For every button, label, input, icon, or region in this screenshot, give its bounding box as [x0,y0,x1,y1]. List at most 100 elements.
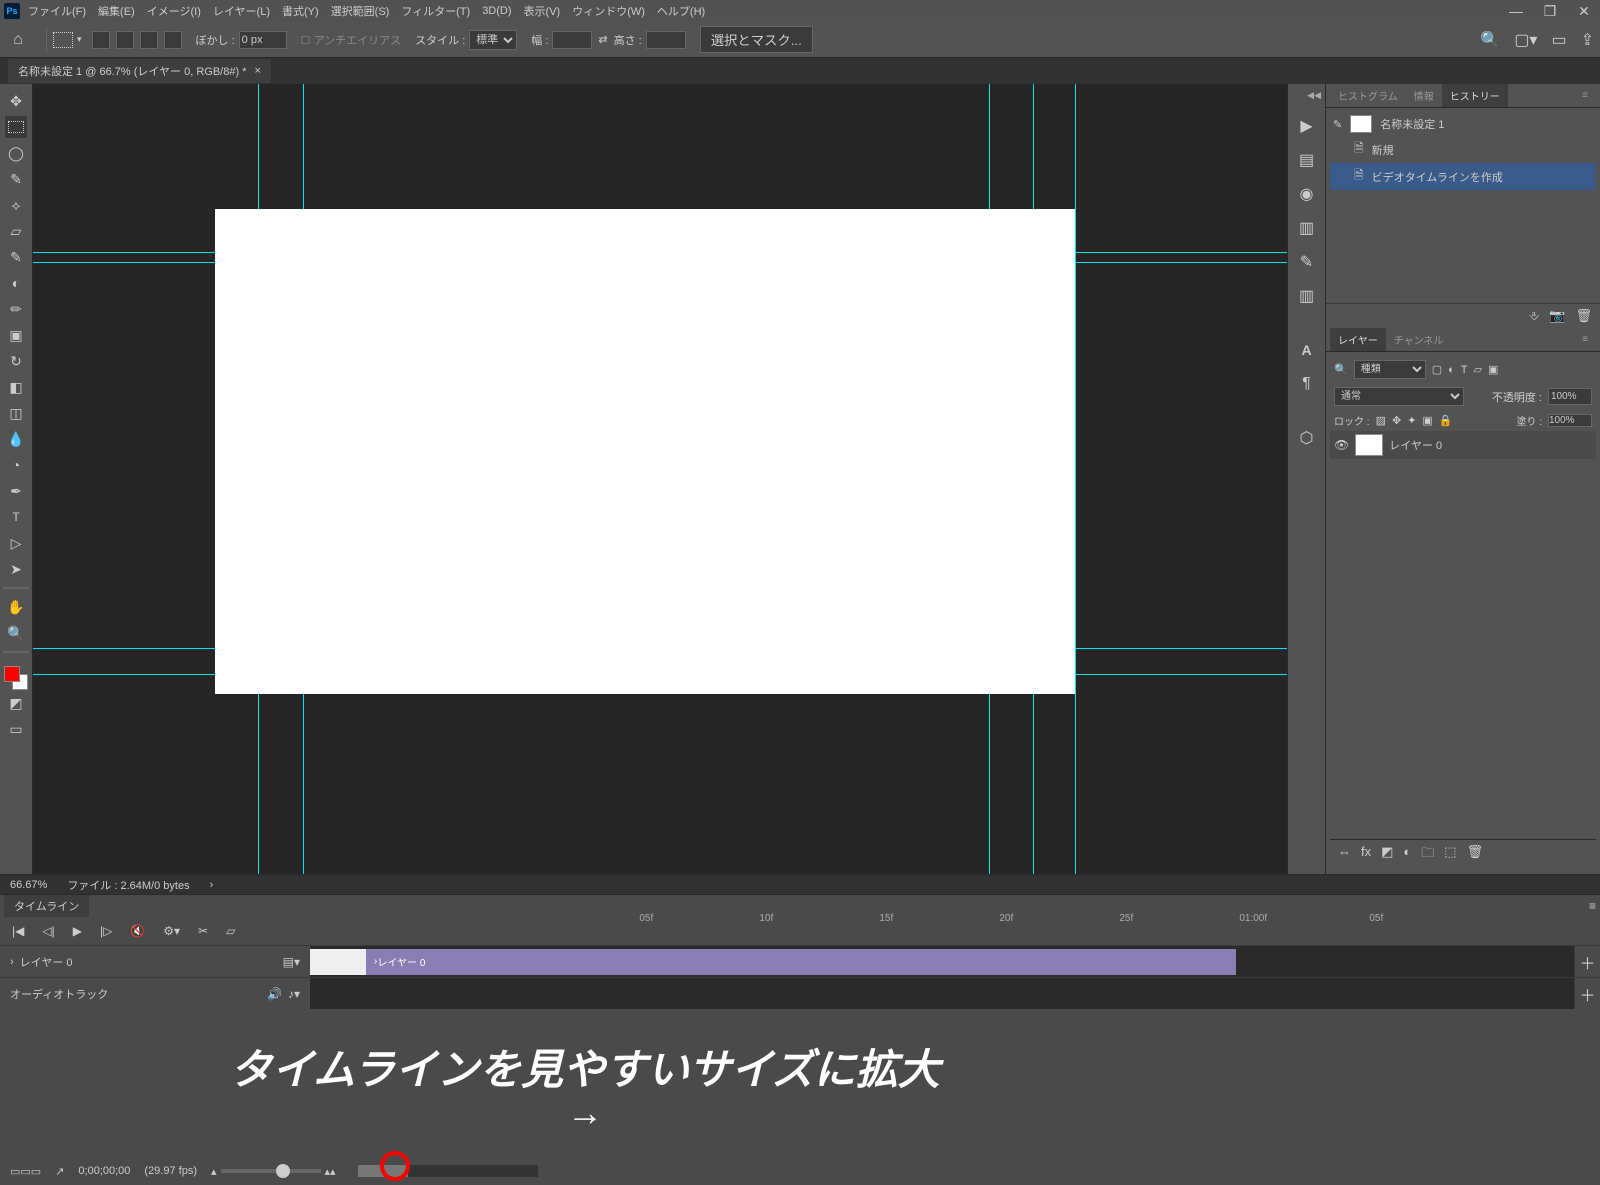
tab-history[interactable]: ヒストリー [1442,84,1508,107]
menu-view[interactable]: 表示(V) [524,3,561,19]
tab-layers[interactable]: レイヤー [1330,328,1386,351]
zoom-in-icon[interactable]: ▴▴ [325,1165,336,1178]
marquee-selector-icon[interactable] [53,32,73,48]
status-arrow-icon[interactable]: › [210,879,214,891]
gradient-tool[interactable]: ◫ [5,402,27,424]
filter-type-icon[interactable]: T [1461,364,1468,376]
panel-menu-icon[interactable]: ≡ [1574,86,1596,105]
blur-tool[interactable]: 💧 [5,428,27,450]
quick-mask-tool[interactable]: ◩ [5,692,27,714]
go-to-first-icon[interactable]: |◀ [8,924,28,938]
style-select[interactable]: 標準 [469,30,517,50]
eraser-tool[interactable]: ◧ [5,376,27,398]
feather-input[interactable] [239,31,287,49]
history-source-icon[interactable]: ✎ [1333,118,1342,131]
layer-mask-icon[interactable]: ◩ [1381,844,1393,866]
direct-select-tool[interactable]: ➤ [5,558,27,580]
layer-filter-kind[interactable]: 種類 [1354,360,1426,379]
new-doc-from-state-icon[interactable]: ⎀ [1529,308,1539,324]
delete-layer-icon[interactable]: 🗑 [1467,844,1484,866]
crop-tool[interactable]: ⟡ [5,194,27,216]
character-panel-icon[interactable]: A [1294,337,1320,363]
menu-help[interactable]: ヘルプ(H) [657,3,705,19]
eyedropper-tool[interactable]: ✎ [5,246,27,268]
document-tab[interactable]: 名称未設定 1 @ 66.7% (レイヤー 0, RGB/8#) * × [8,59,271,83]
selection-add-icon[interactable] [116,31,134,49]
history-item[interactable]: ビデオタイムラインを作成 [1372,169,1503,185]
close-tab-icon[interactable]: × [254,65,260,77]
menu-layer[interactable]: レイヤー(L) [213,3,270,19]
menu-3d[interactable]: 3D(D) [482,5,511,17]
menu-window[interactable]: ウィンドウ(W) [572,3,645,19]
guide-vertical[interactable] [1075,84,1076,874]
timeline-tab[interactable]: タイムライン [4,895,89,917]
opacity-input[interactable] [1548,388,1592,405]
lock-pixels-icon[interactable]: ▨ [1376,414,1386,427]
audio-note-icon[interactable]: ♪▾ [288,987,300,1001]
blend-mode-select[interactable]: 通常 [1334,387,1464,406]
panel-menu-icon[interactable]: ≡ [1574,330,1596,349]
selection-subtract-icon[interactable] [140,31,158,49]
pen-tool[interactable]: ✒ [5,480,27,502]
layer-clip[interactable]: › レイヤー 0 [366,949,1236,975]
mute-track-icon[interactable]: 🔊 [267,987,282,1001]
delete-state-icon[interactable]: 🗑 [1575,308,1592,324]
track-filmstrip-icon[interactable]: ▤▾ [283,955,300,969]
panel-icon[interactable]: ▤ [1294,147,1320,173]
zoom-out-icon[interactable]: ▴ [211,1165,217,1178]
foreground-color[interactable] [4,666,20,682]
screen-mode-tool[interactable]: ▭ [5,718,27,740]
color-panel-icon[interactable]: ◉ [1294,181,1320,207]
dodge-tool[interactable]: ◔ [5,454,27,476]
collapse-track-icon[interactable]: › [10,956,14,968]
adjustment-layer-icon[interactable]: ◐ [1403,844,1411,866]
layer-name[interactable]: レイヤー 0 [1389,437,1442,453]
actions-play-icon[interactable]: ▶ [1294,113,1320,139]
selection-new-icon[interactable] [92,31,110,49]
history-doc-name[interactable]: 名称未設定 1 [1380,116,1444,132]
tool-dropdown-icon[interactable]: ▾ [77,34,82,45]
timeline-zoom-slider[interactable] [221,1169,321,1173]
home-icon[interactable]: ⌂ [6,28,30,52]
layer-row[interactable]: 👁 レイヤー 0 [1330,431,1596,459]
zoom-level[interactable]: 66.67% [10,879,47,891]
menu-image[interactable]: イメージ(I) [147,3,201,19]
history-item[interactable]: 新規 [1372,142,1394,158]
lock-nest-icon[interactable]: ▣ [1422,414,1432,427]
type-tool[interactable]: T [5,506,27,528]
settings-icon[interactable]: ⚙▾ [159,924,184,938]
mute-icon[interactable]: 🔇 [126,924,149,938]
link-layers-icon[interactable]: ⇔ [1338,844,1351,866]
menu-filter[interactable]: フィルター(T) [401,3,470,19]
frame-icon[interactable]: ▭ [1551,30,1566,50]
swap-wh-icon[interactable]: ⇄ [598,33,607,46]
filter-adjust-icon[interactable]: ◐ [1448,364,1455,376]
brush-panel-icon[interactable]: ✎ [1294,249,1320,275]
height-input[interactable] [646,31,686,49]
width-input[interactable] [552,31,592,49]
history-brush-tool[interactable]: ↻ [5,350,27,372]
spot-heal-tool[interactable]: ◐ [5,272,27,294]
brush-tool[interactable]: ✏ [5,298,27,320]
lasso-tool[interactable]: ◯ [5,142,27,164]
timeline-menu-icon[interactable]: ≡ [1589,899,1596,913]
frame-tool[interactable]: ▱ [5,220,27,242]
menu-type[interactable]: 書式(Y) [282,3,319,19]
next-frame-icon[interactable]: |▷ [96,924,116,938]
fill-input[interactable] [1548,414,1592,427]
path-select-tool[interactable]: ▷ [5,532,27,554]
tab-channels[interactable]: チャンネル [1386,328,1452,351]
share-icon[interactable]: ⇪ [1581,30,1594,50]
expand-panels-icon[interactable]: ◀◀ [1307,90,1321,101]
layer-visibility-icon[interactable]: 👁 [1334,438,1349,452]
move-tool[interactable]: ✥ [5,90,27,112]
layer-fx-icon[interactable]: fx [1361,844,1371,866]
window-maximize-button[interactable]: ❐ [1538,3,1562,20]
clone-stamp-tool[interactable]: ▣ [5,324,27,346]
hand-tool[interactable]: ✋ [5,596,27,618]
transition-icon[interactable]: ▱ [222,924,239,938]
rectangular-marquee-tool[interactable] [5,116,27,138]
lock-position-icon[interactable]: ✥ [1392,414,1401,427]
timecode[interactable]: 0;00;00;00 [78,1165,130,1177]
menu-edit[interactable]: 編集(E) [98,3,135,19]
